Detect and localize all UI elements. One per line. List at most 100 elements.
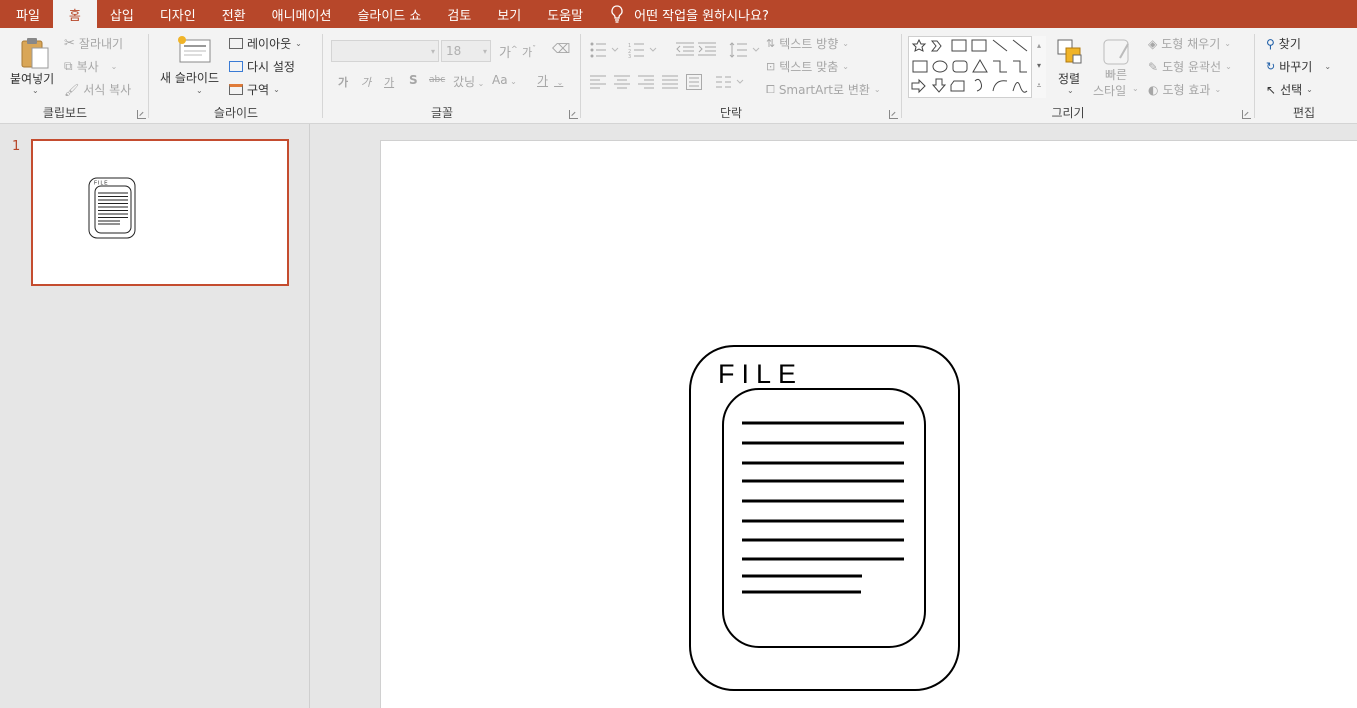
- text-direction-icon: ⇅: [766, 37, 776, 50]
- paste-button[interactable]: 붙여넣기 ⌄: [10, 34, 58, 98]
- decrease-indent-icon[interactable]: [676, 42, 694, 56]
- text-direction-button[interactable]: ⇅ 텍스트 방향 ⌄: [766, 35, 849, 52]
- new-slide-dropdown-caret: ⌄: [196, 86, 203, 95]
- change-case-caret: ⌄: [507, 77, 517, 86]
- new-slide-button[interactable]: 새 슬라이드 ⌄: [158, 34, 226, 98]
- select-caret: ⌄: [1306, 85, 1313, 94]
- change-case-button[interactable]: Aa ⌄: [492, 73, 517, 87]
- increase-font-label: 가: [499, 46, 511, 61]
- format-painter-label: 서식 복사: [83, 83, 132, 97]
- copy-button[interactable]: ⧉ 복사 ⌄: [64, 58, 117, 75]
- arrange-caret: ⌄: [1067, 86, 1074, 95]
- tab-help[interactable]: 도움말: [534, 0, 596, 28]
- slide-thumbnail[interactable]: FILE: [31, 139, 289, 286]
- pen-icon: ✎: [1148, 59, 1159, 74]
- char-spacing-button[interactable]: 갔닝 ⌄: [453, 73, 484, 90]
- replace-button[interactable]: ↻ 바꾸기 ⌄: [1266, 58, 1331, 75]
- thumbnail-file-label: FILE: [94, 181, 109, 187]
- slides-group: 새 슬라이드 ⌄ 레이아웃 ⌄ 다시 설정 구역 ⌄ 슬라이드: [150, 28, 322, 124]
- shapes-gallery-scroll[interactable]: ▴ ▾ ⩡: [1031, 36, 1046, 98]
- clear-format-icon[interactable]: ⌫: [552, 42, 570, 57]
- paragraph-dialog-launcher[interactable]: [889, 110, 898, 119]
- distributed-icon[interactable]: [686, 74, 702, 90]
- slide-canvas[interactable]: FILE: [380, 140, 1357, 708]
- group-divider: [1254, 34, 1255, 118]
- search-icon: ⚲: [1266, 36, 1275, 51]
- char-spacing-label: 갔닝: [453, 75, 476, 89]
- font-name-dropdown-icon: ▾: [430, 47, 435, 56]
- text-direction-label: 텍스트 방향: [779, 37, 839, 51]
- cut-button[interactable]: ✂ 잘라내기: [64, 35, 123, 52]
- tab-slideshow[interactable]: 슬라이드 쇼: [344, 0, 434, 28]
- font-color-button[interactable]: 가 ⌄: [537, 72, 563, 89]
- align-right-icon[interactable]: [638, 75, 654, 89]
- bullets-icon[interactable]: [590, 42, 620, 58]
- textbox-shape-icon: [951, 39, 967, 52]
- arrange-button[interactable]: 정렬 ⌄: [1050, 36, 1090, 100]
- quick-styles-label-1: 빠른: [1105, 68, 1128, 82]
- copy-icon: ⧉: [64, 59, 73, 73]
- format-painter-button[interactable]: 🖌︎ 서식 복사: [64, 81, 131, 98]
- decrease-font-button[interactable]: 가ˇ: [522, 44, 536, 60]
- tab-transitions[interactable]: 전환: [209, 0, 259, 28]
- justify-icon[interactable]: [662, 75, 678, 89]
- shape-outline-label: 도형 윤곽선: [1162, 60, 1222, 74]
- numbering-icon[interactable]: 1 2 3: [628, 42, 658, 58]
- strikethrough-button[interactable]: abc: [429, 75, 445, 85]
- tell-me-text: 어떤 작업을 원하시나요?: [634, 8, 769, 24]
- quick-styles-button[interactable]: 빠른 스타일 ⌄: [1092, 36, 1144, 100]
- tell-me-box[interactable]: 어떤 작업을 원하시나요?: [610, 0, 769, 28]
- shapes-gallery[interactable]: [908, 36, 1046, 98]
- find-button[interactable]: ⚲ 찾기: [1266, 35, 1301, 52]
- gallery-down-icon[interactable]: ▾: [1032, 56, 1046, 76]
- align-center-icon[interactable]: [614, 75, 630, 89]
- font-dialog-launcher[interactable]: [569, 110, 578, 119]
- tab-home[interactable]: 홈: [52, 0, 97, 28]
- tab-insert[interactable]: 삽입: [97, 0, 147, 28]
- align-text-button[interactable]: ⊡ 텍스트 맞춤 ⌄: [766, 58, 849, 75]
- shape-outline-button[interactable]: ✎ 도형 윤곽선 ⌄: [1148, 58, 1232, 75]
- file-label: FILE: [718, 359, 803, 389]
- tab-design[interactable]: 디자인: [147, 0, 209, 28]
- drawing-dialog-launcher[interactable]: [1242, 110, 1251, 119]
- increase-font-button[interactable]: 가^: [499, 42, 518, 61]
- freeform-shape-icon: [974, 78, 982, 92]
- font-size-combo[interactable]: 18 ▾: [441, 40, 491, 62]
- select-button[interactable]: ↖ 선택 ⌄: [1266, 81, 1313, 98]
- group-divider: [580, 34, 581, 118]
- gallery-up-icon[interactable]: ▴: [1032, 36, 1046, 56]
- shape-effects-button[interactable]: ◐ 도형 효과 ⌄: [1148, 81, 1221, 98]
- smartart-convert-button[interactable]: ⧠ SmartArt로 변환 ⌄: [766, 81, 881, 98]
- tab-view[interactable]: 보기: [484, 0, 534, 28]
- gallery-more-icon[interactable]: ⩡: [1032, 76, 1046, 96]
- smartart-convert-caret: ⌄: [873, 85, 881, 94]
- paint-bucket-icon: ◈: [1148, 36, 1158, 51]
- file-document-icon[interactable]: FILE: [689, 345, 961, 693]
- section-dropdown-caret: ⌄: [273, 85, 280, 94]
- align-left-icon[interactable]: [590, 75, 606, 89]
- clipboard-dialog-launcher[interactable]: [137, 110, 146, 119]
- section-button[interactable]: 구역 ⌄: [229, 81, 280, 98]
- tab-review[interactable]: 검토: [434, 0, 484, 28]
- bold-button[interactable]: 가: [338, 74, 348, 90]
- align-text-caret: ⌄: [842, 62, 849, 71]
- increase-indent-icon[interactable]: [698, 42, 716, 56]
- tab-file[interactable]: 파일: [0, 0, 53, 28]
- group-divider: [901, 34, 902, 118]
- columns-icon[interactable]: [716, 75, 746, 89]
- line-spacing-icon[interactable]: [729, 41, 761, 59]
- text-direction-caret: ⌄: [842, 39, 849, 48]
- char-spacing-caret: ⌄: [475, 79, 485, 88]
- oval-shape-icon: [932, 60, 948, 73]
- underline-button[interactable]: 가: [384, 74, 394, 90]
- font-name-combo[interactable]: ▾: [331, 40, 439, 62]
- font-group: ▾ 18 ▾ 가^ 가ˇ ⌫ 가 가 가 S abc 갔닝 ⌄ Aa ⌄ 가 ⌄…: [324, 28, 580, 124]
- italic-button[interactable]: 가: [361, 74, 371, 90]
- layout-button[interactable]: 레이아웃 ⌄: [229, 35, 302, 52]
- shape-fill-button[interactable]: ◈ 도형 채우기 ⌄: [1148, 35, 1231, 52]
- smartart-convert-label: SmartArt로 변환: [778, 83, 870, 97]
- tab-animations[interactable]: 애니메이션: [259, 0, 345, 28]
- reset-button[interactable]: 다시 설정: [229, 58, 295, 75]
- reset-icon: [229, 61, 243, 72]
- shadow-button[interactable]: S: [409, 73, 418, 87]
